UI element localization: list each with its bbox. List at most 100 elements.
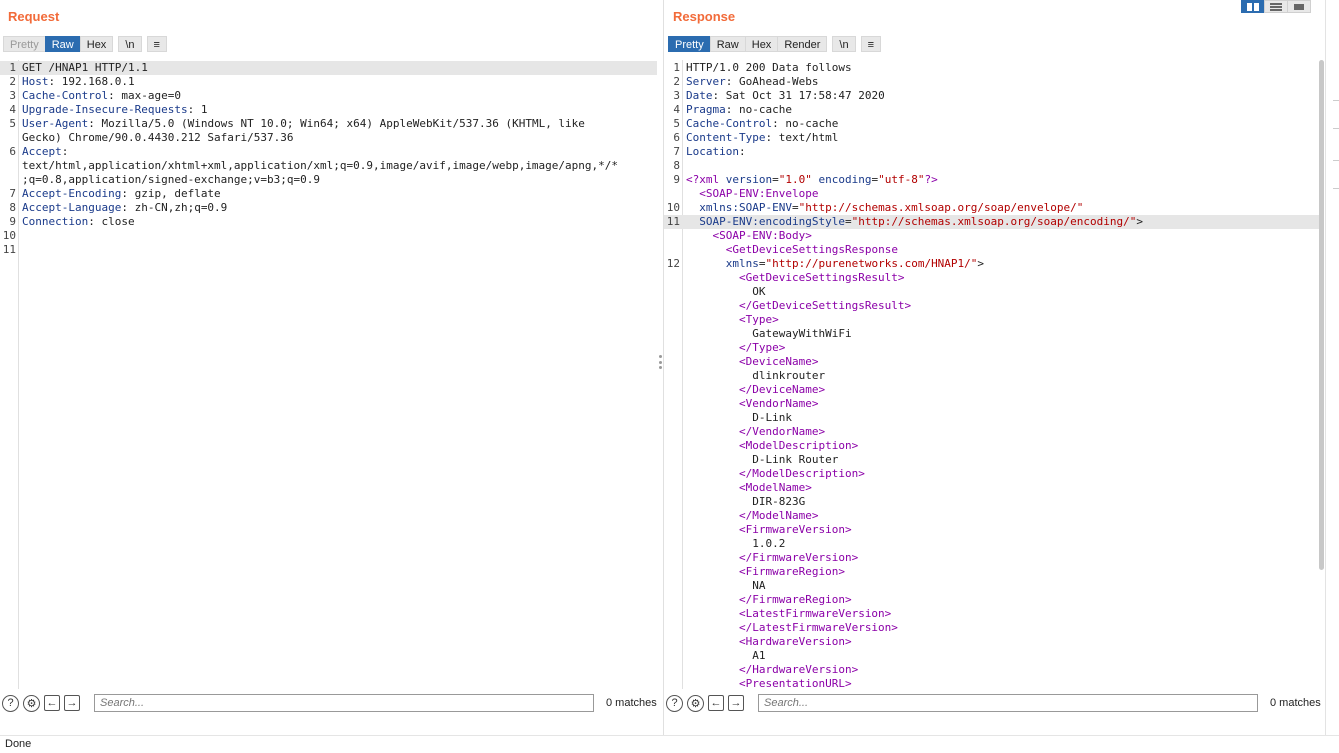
response-tab-render[interactable]: Render [777,36,828,52]
request-search-input[interactable] [94,694,594,712]
request-title: Request [8,9,60,24]
layout-toggle [1241,0,1311,13]
response-menu-button[interactable]: ≡ [860,36,881,52]
layout-side-by-side-icon[interactable] [1241,0,1265,13]
code-token: "http://purenetworks.com/HNAP1/" [765,257,978,270]
code-line: 11 SOAP-ENV:encodingStyle="http://schema… [664,215,1319,229]
code-token: </ModelDescription> [738,467,865,480]
code-line: 7 Location: [664,145,1319,159]
line-text: </DeviceName> [686,383,825,397]
code-line: ;q=0.8,application/signed-exchange;v=b3;… [0,173,657,187]
code-line: 3 Cache-Control: max-age=0 [0,89,657,103]
code-line: 5 User-Agent: Mozilla/5.0 (Windows NT 10.… [0,117,657,131]
response-scroll-thumb[interactable] [1319,60,1324,570]
arrow-left-icon[interactable]: ← [708,695,724,711]
response-pane: Response Pretty Raw Hex Render \n ≡ 1 HTT… [664,0,1325,735]
request-tab-raw[interactable]: Raw [44,36,81,52]
help-icon[interactable]: ? [666,694,683,712]
pane-drag-handle[interactable] [659,355,662,369]
code-line: D-Link [664,411,1319,425]
layout-horizontal-icon[interactable] [1264,0,1288,13]
code-token: : GoAhead-Webs [725,75,819,88]
line-number: 9 [673,173,680,186]
line-text: GET /HNAP1 HTTP/1.1 [22,61,148,75]
code-token: Cache-Control [686,117,773,130]
request-editor[interactable]: 1 GET /HNAP1 HTTP/1.1 2 Host: 192.168.0.1 3 C… [0,60,663,689]
code-token: version [725,173,773,186]
line-number: 4 [9,103,16,116]
request-tab-pretty[interactable]: Pretty [3,36,46,52]
code-token: </FirmwareVersion> [738,551,859,564]
line-number: 10 [2,229,16,242]
response-newline-toggle[interactable]: \n [832,36,856,52]
response-search-input[interactable] [758,694,1258,712]
code-token: <?xml [686,173,726,186]
response-scrollbar[interactable] [1318,60,1325,689]
code-token: encoding [818,173,872,186]
help-icon[interactable]: ? [2,694,19,712]
code-line: 12 xmlns="http://purenetworks.com/HNAP1/… [664,257,1319,271]
line-text: Server: GoAhead-Webs [686,75,818,89]
request-lines: 1 GET /HNAP1 HTTP/1.1 2 Host: 192.168.0.1 3 C… [0,61,657,257]
code-line: <LatestFirmwareVersion> [664,607,1319,621]
response-tab-raw[interactable]: Raw [709,36,746,52]
code-token: Accept [22,145,62,158]
line-text: Cache-Control: no-cache [686,117,838,131]
arrow-left-icon[interactable]: ← [44,695,60,711]
code-token: xmlns:SOAP-ENV [699,201,792,214]
code-line: 8 Accept-Language: zh-CN,zh;q=0.9 [0,201,657,215]
code-token: D-Link Router [686,453,839,466]
code-token: </DeviceName> [738,383,826,396]
code-line: A1 [664,649,1319,663]
line-text: <DeviceName> [686,355,818,369]
request-menu-button[interactable]: ≡ [146,36,167,52]
line-text: <LatestFirmwareVersion> [686,607,891,621]
line-text: Location: [686,145,746,159]
code-token: GET /HNAP1 HTTP/1.1 [22,61,148,74]
line-number: 6 [9,145,16,158]
code-token: Server [686,75,726,88]
layout-vertical-icon[interactable] [1287,0,1311,13]
response-tab-hex[interactable]: Hex [744,36,779,52]
line-text: Accept-Encoding: gzip, deflate [22,187,221,201]
gear-icon[interactable]: ⚙ [23,694,40,712]
request-newline-toggle[interactable]: \n [118,36,142,52]
line-number: 9 [9,215,16,228]
code-token: = [791,201,799,214]
code-token: <HardwareVersion> [738,635,852,648]
code-line: 9 Connection: close [0,215,657,229]
code-line: <FirmwareVersion> [664,523,1319,537]
response-lines: 1 HTTP/1.0 200 Data follows 2 Server: GoAhe… [664,61,1319,689]
line-number: 2 [9,75,16,88]
code-line: 7 Accept-Encoding: gzip, deflate [0,187,657,201]
line-number: 5 [673,117,680,130]
line-text: Accept: [22,145,68,159]
request-pane: Request Pretty Raw Hex \n ≡ 1 GET /HNAP1 … [0,0,663,735]
line-number: 4 [673,103,680,116]
response-editor[interactable]: 1 HTTP/1.0 200 Data follows 2 Server: GoAhe… [664,60,1325,689]
code-line: <VendorName> [664,397,1319,411]
line-text: </GetDeviceSettingsResult> [686,299,911,313]
arrow-right-icon[interactable]: → [728,695,744,711]
code-token: : [61,145,69,158]
request-tab-hex[interactable]: Hex [79,36,114,52]
code-line: D-Link Router [664,453,1319,467]
arrow-right-icon[interactable]: → [64,695,80,711]
gear-icon[interactable]: ⚙ [687,694,704,712]
response-tab-pretty[interactable]: Pretty [668,36,711,52]
request-scrollbar[interactable] [656,60,663,689]
line-number: 3 [673,89,680,102]
code-token: : max-age=0 [108,89,181,102]
code-line: 11 [0,243,657,257]
line-number: 7 [9,187,16,200]
code-line: <SOAP-ENV:Body> [664,229,1319,243]
line-text: Cache-Control: max-age=0 [22,89,181,103]
